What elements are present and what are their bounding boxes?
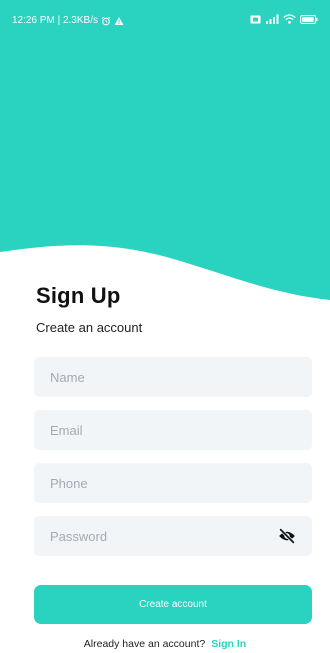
sign-in-link[interactable]: Sign In	[211, 638, 246, 650]
battery-icon	[300, 14, 318, 24]
create-account-button[interactable]: Create account	[34, 585, 312, 624]
status-time: 12:26 PM | 2.3KB/s	[12, 15, 98, 26]
signin-prompt: Already have an account? Sign In	[0, 638, 330, 651]
name-field[interactable]	[34, 357, 312, 397]
name-input[interactable]	[34, 357, 312, 397]
status-left: 12:26 PM | 2.3KB/s	[12, 15, 124, 26]
hero-wave-background	[0, 0, 330, 300]
status-right	[250, 14, 318, 24]
email-field[interactable]	[34, 410, 312, 450]
alarm-icon	[101, 16, 111, 25]
password-field[interactable]	[34, 516, 312, 556]
phone-field[interactable]	[34, 463, 312, 503]
page-subtitle: Create an account	[36, 320, 143, 335]
eye-off-icon[interactable]	[278, 528, 296, 544]
password-input[interactable]	[34, 516, 312, 556]
email-input[interactable]	[34, 410, 312, 450]
signin-prompt-text: Already have an account?	[83, 638, 206, 650]
signal-icon	[266, 14, 279, 24]
signup-screen: 12:26 PM | 2.3KB/s Sign Up Create an acc…	[0, 0, 330, 653]
wifi-icon	[283, 14, 296, 24]
warning-icon	[114, 16, 124, 25]
page-title: Sign Up	[36, 283, 121, 308]
phone-input[interactable]	[34, 463, 312, 503]
status-bar: 12:26 PM | 2.3KB/s	[0, 0, 330, 30]
sim-icon	[250, 15, 261, 23]
